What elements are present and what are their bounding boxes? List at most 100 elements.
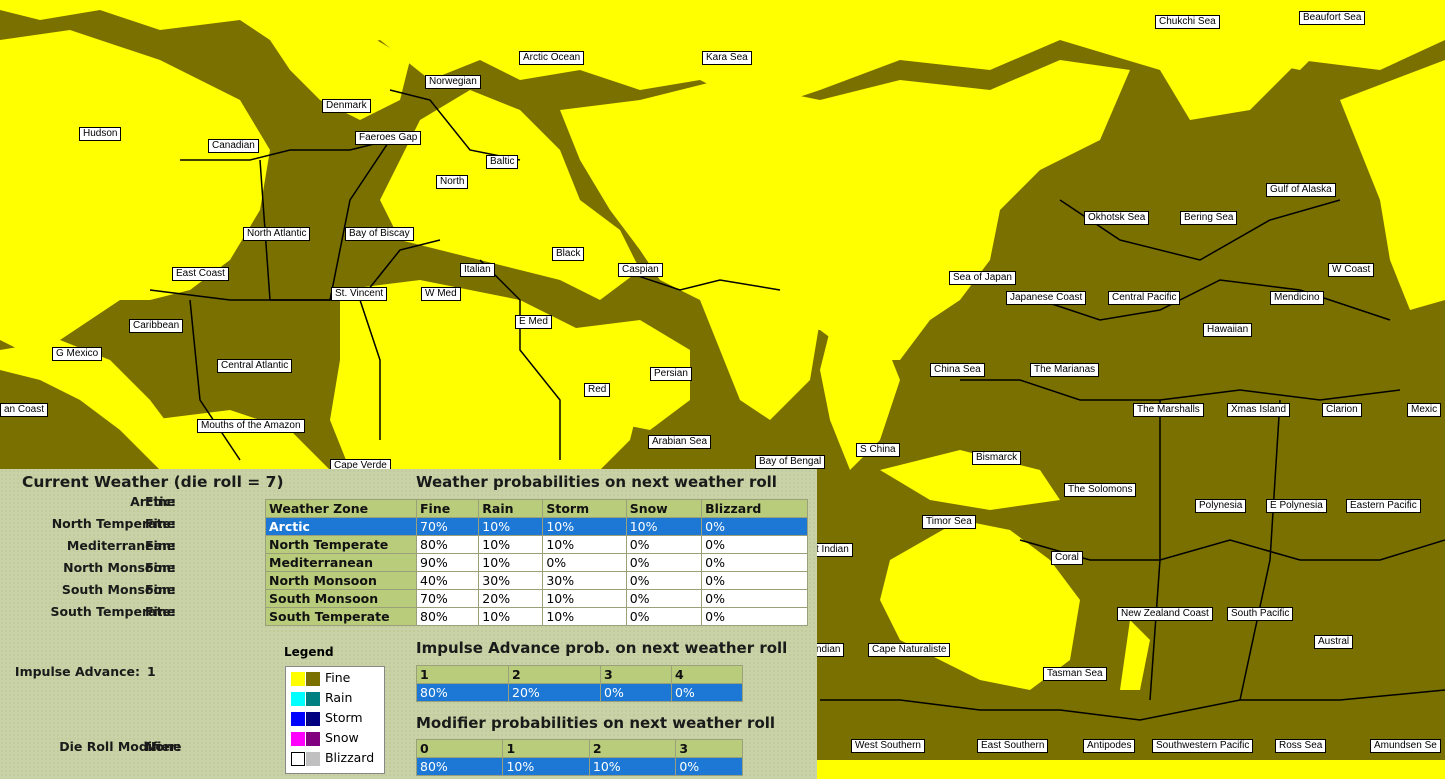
map-label[interactable]: The Marianas [1030, 363, 1100, 377]
map-label[interactable]: Caribbean [129, 319, 184, 333]
column-header[interactable]: Snow [625, 499, 703, 518]
table-row[interactable]: North Monsoon 40% 30% 30% 0% 0% [265, 571, 808, 590]
map-label[interactable]: Xmas Island [1227, 403, 1291, 417]
map-label[interactable]: Sea of Japan [949, 271, 1016, 285]
map-label[interactable]: Faeroes Gap [355, 131, 422, 145]
map-label[interactable]: Central Pacific [1108, 291, 1181, 305]
map-label[interactable]: Hudson [79, 127, 122, 141]
map-label[interactable]: Timor Sea [922, 515, 976, 529]
probability-cell: 0% [701, 553, 808, 572]
map-label[interactable]: Red [584, 383, 611, 397]
map-label[interactable]: Polynesia [1195, 499, 1247, 513]
map-label[interactable]: Hawaiian [1203, 323, 1253, 337]
map-label[interactable]: G Mexico [52, 347, 103, 361]
map-label[interactable]: Mexic [1407, 403, 1442, 417]
column-header[interactable]: Blizzard [701, 499, 808, 518]
map-label[interactable]: East Coast [172, 267, 229, 281]
probability-cell: 10% [542, 607, 627, 626]
map-label[interactable]: Antipodes [1083, 739, 1136, 753]
map-label[interactable]: Denmark [322, 99, 371, 113]
table-row[interactable]: North Temperate 80% 10% 10% 0% 0% [265, 535, 808, 554]
map-label[interactable]: Caspian [618, 263, 663, 277]
table-row[interactable]: Arctic 70% 10% 10% 10% 0% [265, 517, 808, 536]
probability-cell: 0% [701, 589, 808, 608]
map-label[interactable]: Kara Sea [702, 51, 752, 65]
column-header[interactable]: Storm [542, 499, 627, 518]
map-label[interactable]: East Southern [977, 739, 1049, 753]
map-label[interactable]: E Polynesia [1266, 499, 1327, 513]
map-label[interactable]: Tasman Sea [1043, 667, 1107, 681]
map-label[interactable]: Canadian [208, 139, 259, 153]
zone-value: Fine [145, 538, 176, 553]
storm-swatch-icon [291, 711, 305, 726]
map-label[interactable]: North Atlantic [243, 227, 311, 241]
table-row[interactable]: 80% 10% 10% 0% [415, 757, 743, 776]
probability-cell: 70% [415, 589, 480, 608]
column-header[interactable]: Fine [415, 499, 480, 518]
map-label[interactable]: Gulf of Alaska [1266, 183, 1336, 197]
legend-title: Legend [284, 645, 334, 659]
modifier-prob-table: 0 1 2 3 80% 10% 10% 0% [415, 739, 743, 776]
map-label[interactable]: Beaufort Sea [1299, 11, 1366, 25]
table-row[interactable]: South Temperate 80% 10% 10% 0% 0% [265, 607, 808, 626]
map-label[interactable]: W Coast [1328, 263, 1375, 277]
map-label[interactable]: Baltic [486, 155, 519, 169]
table-row[interactable]: South Monsoon 70% 20% 10% 0% 0% [265, 589, 808, 608]
map-label[interactable]: Central Atlantic [217, 359, 293, 373]
map-label[interactable]: S China [856, 443, 900, 457]
map-label[interactable]: Mouths of the Amazon [197, 419, 305, 433]
snow-swatch-icon [291, 731, 305, 746]
map-label[interactable]: Japanese Coast [1006, 291, 1087, 305]
map-label[interactable]: New Zealand Coast [1117, 607, 1213, 621]
map-label[interactable]: Chukchi Sea [1155, 15, 1220, 29]
zone-cell: South Monsoon [265, 589, 417, 608]
map-label[interactable]: Okhotsk Sea [1084, 211, 1150, 225]
map-label[interactable]: Bay of Bengal [755, 455, 826, 469]
map-label[interactable]: Black [552, 247, 585, 261]
map-label[interactable]: Mendicino [1270, 291, 1324, 305]
map-label[interactable]: Arabian Sea [648, 435, 712, 449]
legend-label: Storm [324, 710, 363, 725]
probability-cell: 0% [625, 571, 703, 590]
table-row[interactable]: 80% 20% 0% 0% [416, 683, 744, 702]
map-label[interactable]: Bay of Biscay [345, 227, 414, 241]
table-row[interactable]: Mediterranean 90% 10% 0% 0% 0% [265, 553, 808, 572]
legend-item-blizzard: Blizzard [291, 750, 374, 766]
table-header-row: 1 2 3 4 [416, 665, 744, 684]
probability-cell: 0% [542, 553, 627, 572]
map-label[interactable]: South Pacific [1227, 607, 1294, 621]
map-label[interactable]: Norwegian [425, 75, 481, 89]
probability-cell: 0% [625, 607, 703, 626]
map-label[interactable]: Italian [460, 263, 495, 277]
map-label[interactable]: t Indian [812, 543, 853, 557]
map-label[interactable]: Austral [1314, 635, 1354, 649]
blizzard-sea-swatch-icon [306, 751, 320, 766]
map-label[interactable]: Amundsen Se [1370, 739, 1441, 753]
map-label[interactable]: Ross Sea [1275, 739, 1327, 753]
map-label[interactable]: Bering Sea [1180, 211, 1238, 225]
map-label[interactable]: China Sea [930, 363, 985, 377]
map-label[interactable]: W Med [421, 287, 461, 301]
map-label[interactable]: St. Vincent [331, 287, 388, 301]
map-label[interactable]: Persian [650, 367, 692, 381]
probability-cell: 80% [415, 757, 504, 776]
column-header[interactable]: Rain [478, 499, 544, 518]
probability-cell: 10% [542, 589, 627, 608]
map-label[interactable]: Arctic Ocean [519, 51, 585, 65]
column-header: 4 [670, 665, 744, 684]
map-label[interactable]: Southwestern Pacific [1152, 739, 1254, 753]
map-label[interactable]: Clarion [1322, 403, 1362, 417]
map-label[interactable]: Eastern Pacific [1346, 499, 1421, 513]
map-label[interactable]: The Marshalls [1133, 403, 1204, 417]
map-label[interactable]: Coral [1051, 551, 1083, 565]
column-header: 2 [588, 739, 677, 758]
map-label[interactable]: Bismarck [972, 451, 1022, 465]
probability-cell: 10% [478, 553, 544, 572]
map-label[interactable]: an Coast [0, 403, 49, 417]
map-label[interactable]: North [436, 175, 469, 189]
map-label[interactable]: Cape Naturaliste [868, 643, 951, 657]
column-header[interactable]: Weather Zone [265, 499, 417, 518]
map-label[interactable]: E Med [515, 315, 552, 329]
map-label[interactable]: The Solomons [1064, 483, 1137, 497]
map-label[interactable]: West Southern [851, 739, 925, 753]
